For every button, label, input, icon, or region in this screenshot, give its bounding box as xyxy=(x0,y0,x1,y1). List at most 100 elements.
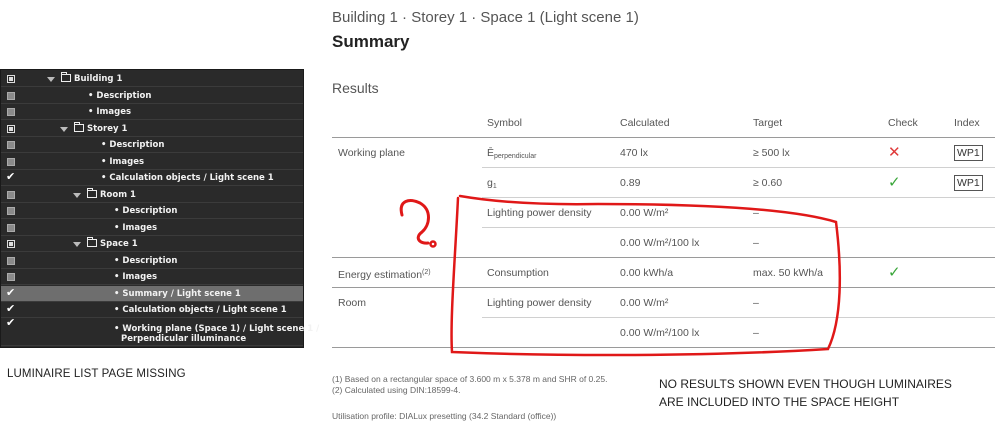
fail-icon: ✕ xyxy=(888,144,901,161)
table-row: 0.00 W/m²/100 lx – xyxy=(332,318,995,348)
tree-item-checkbox[interactable] xyxy=(6,169,15,185)
footnote-1: (1) Based on a rectangular space of 3.60… xyxy=(332,374,608,384)
column-header-target: Target xyxy=(753,117,783,129)
tree-item[interactable]: • Description xyxy=(1,253,303,269)
row-symbol: g1 xyxy=(487,177,497,190)
row-target: ≥ 0.60 xyxy=(753,177,783,189)
results-heading: Results xyxy=(332,80,379,96)
folder-icon xyxy=(61,72,71,82)
table-row: Lighting power density 0.00 W/m² – xyxy=(332,198,995,228)
pass-icon: ✓ xyxy=(888,174,901,191)
index-link[interactable]: WP1 xyxy=(954,138,983,168)
tree-item-label: Storey 1 xyxy=(87,123,128,134)
tree-item-label: • Description xyxy=(101,140,165,150)
row-target: – xyxy=(753,327,759,339)
chevron-down-icon[interactable] xyxy=(73,192,81,198)
tree-item-checkbox[interactable] xyxy=(7,141,15,149)
tree-item-label: • Images xyxy=(101,156,145,167)
row-divider xyxy=(332,347,995,348)
chevron-down-icon[interactable] xyxy=(60,126,68,132)
tree-item-checkbox[interactable] xyxy=(6,285,15,301)
column-header-check: Check xyxy=(888,117,918,129)
tree-item-checkbox[interactable] xyxy=(7,91,15,100)
tree-item-label: • Description xyxy=(88,90,152,101)
column-header-index: Index xyxy=(954,117,980,129)
chevron-down-icon[interactable] xyxy=(73,242,81,247)
tree-item[interactable]: • Working plane (Space 1) / Light scene … xyxy=(1,318,319,346)
tree-item-label: • Images xyxy=(114,272,158,282)
tree-item[interactable]: • Description xyxy=(1,137,303,153)
tree-item-label: • Working plane (Space 1) / Light scene … xyxy=(114,323,320,344)
tree-item-checkbox[interactable] xyxy=(7,75,15,83)
tree-item-label: • Calculation objects / Light scene 1 xyxy=(101,173,274,183)
tree-item-label: Room 1 xyxy=(100,189,136,200)
row-target: – xyxy=(753,297,759,309)
tree-item[interactable]: • Description xyxy=(1,88,303,104)
tree-item-label-line-2: Perpendicular illuminance xyxy=(121,333,247,344)
row-calculated: 0.00 W/m² xyxy=(620,207,669,219)
tree-item-checkbox[interactable] xyxy=(7,256,15,265)
row-symbol: Ēperpendicular xyxy=(487,147,537,160)
row-target: ≥ 500 lx xyxy=(753,147,790,159)
results-table: Symbol Calculated Target Check Index Wor… xyxy=(332,108,995,348)
tree-item-checkbox[interactable] xyxy=(7,124,15,133)
tree-item-checkbox[interactable] xyxy=(7,223,15,232)
tree-item[interactable]: • Images xyxy=(1,104,303,120)
tree-item[interactable]: • Images xyxy=(1,154,303,170)
tree-item[interactable]: • Calculation objects / Light scene 1 xyxy=(1,169,303,186)
column-header-calculated: Calculated xyxy=(620,117,670,129)
tree-item-checkbox[interactable] xyxy=(7,190,15,199)
folder-icon xyxy=(87,237,97,247)
tree-item[interactable]: • Images xyxy=(1,220,303,236)
row-name: Working plane xyxy=(338,147,405,159)
note-no-results: NO RESULTS SHOWN EVEN THOUGH LUMINAIRES … xyxy=(659,375,952,411)
tree-item[interactable]: • Calculation objects / Light scene 1 xyxy=(1,301,303,318)
note-luminaire-list-missing: LUMINAIRE LIST PAGE MISSING xyxy=(7,368,186,380)
table-header: Symbol Calculated Target Check Index xyxy=(332,108,995,138)
row-target: – xyxy=(753,207,759,219)
report-structure-tree: Building 1 • Description • Images Storey 1 •… xyxy=(0,69,319,348)
tree-item-label: • Images xyxy=(114,222,158,233)
row-calculated: 0.00 W/m²/100 lx xyxy=(620,237,700,249)
table-row: 0.00 W/m²/100 lx – xyxy=(332,228,995,258)
tree-item[interactable]: • Images xyxy=(1,269,303,285)
note-no-results-line-2: ARE INCLUDED INTO THE SPACE HEIGHT xyxy=(659,395,900,409)
note-no-results-line-1: NO RESULTS SHOWN EVEN THOUGH LUMINAIRES xyxy=(659,377,952,391)
tree-item-checkbox[interactable] xyxy=(7,207,15,215)
column-header-symbol: Symbol xyxy=(487,117,523,129)
row-calculated: 470 lx xyxy=(620,147,649,159)
table-row: Working plane Ēperpendicular 470 lx ≥ 500 l… xyxy=(332,138,995,168)
tree-item-checkbox[interactable] xyxy=(7,273,15,281)
tree-item[interactable]: Room 1 xyxy=(1,187,303,203)
tree-item[interactable]: Building 1 xyxy=(1,71,303,87)
row-calculated: 0.00 W/m² xyxy=(620,297,669,309)
breadcrumb: Building 1 · Storey 1 · Space 1 (Light s… xyxy=(332,9,639,26)
table-body: Working plane Ēperpendicular 470 lx ≥ 500 l… xyxy=(332,138,995,348)
row-calculated: 0.00 kWh/a xyxy=(620,267,674,279)
tree-item-checkbox[interactable] xyxy=(6,301,15,317)
row-name: Room xyxy=(338,297,367,309)
tree-item-label: • Summary / Light scene 1 xyxy=(114,288,241,299)
pass-icon: ✓ xyxy=(888,264,901,281)
tree-item[interactable]: • Summary / Light scene 1 xyxy=(1,285,303,302)
tree-item-checkbox[interactable] xyxy=(7,108,15,116)
tree-item-checkbox[interactable] xyxy=(7,240,15,248)
tree-item-checkbox[interactable] xyxy=(6,318,15,331)
tree-item-label: • Description xyxy=(114,255,178,266)
table-row: Energy estimation(2) Consumption 0.00 kWh/… xyxy=(332,258,995,288)
row-target: max. 50 kWh/a xyxy=(753,267,824,279)
row-calculated: 0.00 W/m²/100 lx xyxy=(620,327,700,339)
page-title: Summary xyxy=(332,32,410,51)
utilisation-profile: Utilisation profile: DIALux presetting (… xyxy=(332,411,557,421)
tree-item[interactable]: Storey 1 xyxy=(1,121,303,137)
tree-item-checkbox[interactable] xyxy=(7,157,15,166)
tree-item[interactable]: Space 1 xyxy=(1,236,303,252)
tree-item-label: • Description xyxy=(114,206,178,216)
index-link[interactable]: WP1 xyxy=(954,168,983,198)
tree-item-label: • Images xyxy=(88,107,132,117)
table-row: g1 0.89 ≥ 0.60 ✓ WP1 xyxy=(332,168,995,198)
folder-icon xyxy=(74,121,84,132)
chevron-down-icon[interactable] xyxy=(47,77,55,82)
tree-item[interactable]: • Description xyxy=(1,203,303,219)
row-calculated: 0.89 xyxy=(620,177,641,189)
